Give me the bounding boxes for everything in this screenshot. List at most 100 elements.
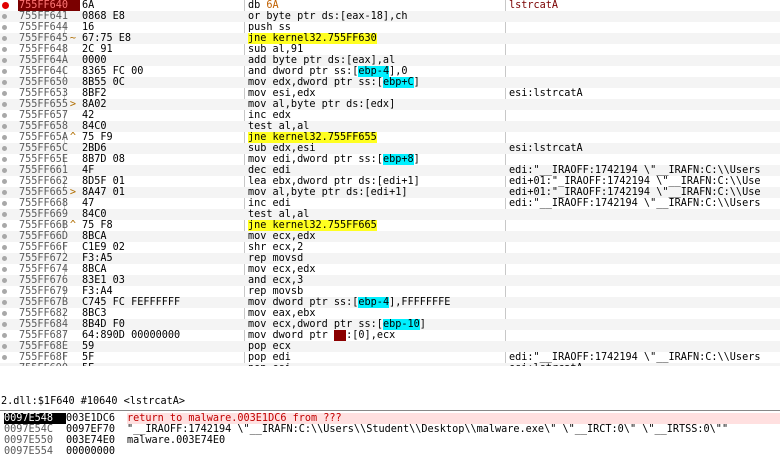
instruction-text[interactable]: or byte ptr ds:[eax-18],ch: [248, 11, 503, 22]
line-marker-icon[interactable]: [2, 143, 10, 154]
instruction-comment[interactable]: edi+01:"_IRAOFF:1742194 \"__IRAFN:C:\\Us…: [509, 176, 780, 187]
line-marker-icon[interactable]: [2, 11, 10, 22]
line-marker-icon[interactable]: [2, 44, 10, 55]
disasm-row[interactable]: 755FF669 84C0 test al,al: [0, 209, 780, 220]
instruction-text[interactable]: pop esi: [248, 363, 503, 366]
instruction-text[interactable]: mov al,byte ptr ds:[edi+1]: [248, 187, 503, 198]
line-marker-icon[interactable]: [2, 363, 10, 366]
instruction-comment[interactable]: [509, 209, 780, 220]
instruction-comment[interactable]: [509, 264, 780, 275]
instruction-text[interactable]: jne kernel32.755FF655: [248, 132, 503, 143]
instruction-text[interactable]: mov dword ptr ss:[ebp-4],FFFFFFFE: [248, 297, 503, 308]
instruction-text[interactable]: mov edi,dword ptr ss:[ebp+8]: [248, 154, 503, 165]
instruction-text[interactable]: mov eax,ebx: [248, 308, 503, 319]
line-marker-icon[interactable]: [2, 88, 10, 99]
instruction-text[interactable]: mov edx,dword ptr ss:[ebp+C]: [248, 77, 503, 88]
pane-divider[interactable]: [0, 410, 780, 411]
instruction-comment[interactable]: [509, 253, 780, 264]
instruction-text[interactable]: pop ecx: [248, 341, 503, 352]
line-marker-icon[interactable]: [2, 22, 10, 33]
line-marker-icon[interactable]: [2, 275, 10, 286]
line-marker-icon[interactable]: [2, 55, 10, 66]
line-marker-icon[interactable]: [2, 154, 10, 165]
instruction-comment[interactable]: [509, 99, 780, 110]
disasm-row[interactable]: 755FF674 8BCA mov ecx,edx: [0, 264, 780, 275]
instruction-comment[interactable]: [509, 22, 780, 33]
line-marker-icon[interactable]: [2, 308, 10, 319]
stack-row[interactable]: 0097E554 00000000: [0, 446, 780, 456]
disasm-row[interactable]: 755FF682 8BC3 mov eax,ebx: [0, 308, 780, 319]
disasm-row[interactable]: 755FF68E 59 pop ecx: [0, 341, 780, 352]
line-marker-icon[interactable]: [2, 319, 10, 330]
line-marker-icon[interactable]: [2, 121, 10, 132]
disasm-row[interactable]: 755FF66F C1E9 02 shr ecx,2: [0, 242, 780, 253]
instruction-comment[interactable]: esi:lstrcatA: [509, 363, 780, 366]
disassembly-pane[interactable]: 755FF640 6A db 6A lstrcatA 755FF641 0868 E8 or…: [0, 0, 780, 366]
instruction-comment[interactable]: edi:"__IRAOFF:1742194 \"__IRAFN:C:\\User…: [509, 198, 780, 209]
stack-address[interactable]: 0097E550: [4, 435, 66, 446]
instruction-comment[interactable]: edi:"__IRAOFF:1742194 \"__IRAFN:C:\\User…: [509, 352, 780, 363]
instruction-text[interactable]: lea ebx,dword ptr ds:[edi+1]: [248, 176, 503, 187]
stack-value[interactable]: 003E1DC6: [66, 413, 126, 424]
instruction-comment[interactable]: [509, 44, 780, 55]
instruction-comment[interactable]: [509, 77, 780, 88]
disasm-row[interactable]: 755FF64C 8365 FC 00 and dword ptr ss:[ebp-…: [0, 66, 780, 77]
disasm-row[interactable]: 755FF641 0868 E8 or byte ptr ds:[eax-18],c…: [0, 11, 780, 22]
instruction-text[interactable]: jne kernel32.755FF665: [248, 220, 503, 231]
instruction-text[interactable]: inc edi: [248, 198, 503, 209]
instruction-text[interactable]: mov esi,edx: [248, 88, 503, 99]
instruction-comment[interactable]: lstrcatA: [509, 0, 780, 11]
instruction-text[interactable]: pop edi: [248, 352, 503, 363]
disasm-row[interactable]: 755FF66D 8BCA mov ecx,edx: [0, 231, 780, 242]
instruction-text[interactable]: sub al,91: [248, 44, 503, 55]
line-marker-icon[interactable]: [2, 209, 10, 220]
instruction-text[interactable]: test al,al: [248, 209, 503, 220]
line-marker-icon[interactable]: [2, 297, 10, 308]
instruction-comment[interactable]: [509, 220, 780, 231]
disasm-row[interactable]: 755FF640 6A db 6A lstrcatA: [0, 0, 780, 11]
disasm-row[interactable]: 755FF676 83E1 03 and ecx,3: [0, 275, 780, 286]
instruction-text[interactable]: test al,al: [248, 121, 503, 132]
instruction-comment[interactable]: [509, 308, 780, 319]
stack-address[interactable]: 0097E548: [4, 413, 66, 424]
stack-value[interactable]: 00000000: [66, 446, 126, 456]
disasm-row[interactable]: 755FF658 84C0 test al,al: [0, 121, 780, 132]
disasm-row[interactable]: 755FF661 4F dec edi edi:"__IRAOFF:1742194 \…: [0, 165, 780, 176]
instruction-comment[interactable]: [509, 319, 780, 330]
disasm-row[interactable]: 755FF672 F3:A5 rep movsd: [0, 253, 780, 264]
line-marker-icon[interactable]: [2, 231, 10, 242]
instruction-comment[interactable]: [509, 55, 780, 66]
instruction-text[interactable]: and dword ptr ss:[ebp-4],0: [248, 66, 503, 77]
line-marker-icon[interactable]: [2, 110, 10, 121]
line-marker-icon[interactable]: [2, 253, 10, 264]
instruction-text[interactable]: push ss: [248, 22, 503, 33]
line-marker-icon[interactable]: [2, 220, 10, 231]
instruction-comment[interactable]: [509, 66, 780, 77]
disasm-row[interactable]: 755FF653 8BF2 mov esi,edx esi:lstrcatA: [0, 88, 780, 99]
line-marker-icon[interactable]: [2, 33, 10, 44]
line-marker-icon[interactable]: [2, 187, 10, 198]
line-marker-icon[interactable]: [2, 176, 10, 187]
disasm-row[interactable]: 755FF657 42 inc edx: [0, 110, 780, 121]
stack-pane[interactable]: 0097E548 003E1DC6 return to malware.003E1D…: [0, 413, 780, 456]
instruction-text[interactable]: mov ecx,edx: [248, 231, 503, 242]
disasm-row[interactable]: 755FF684 8B4D F0 mov ecx,dword ptr ss:[ebp…: [0, 319, 780, 330]
instruction-comment[interactable]: edi+01:"_IRAOFF:1742194 \"__IRAFN:C:\\Us…: [509, 187, 780, 198]
instruction-comment[interactable]: [509, 11, 780, 22]
line-marker-icon[interactable]: [2, 132, 10, 143]
disasm-row[interactable]: 755FF679 F3:A4 rep movsb: [0, 286, 780, 297]
disasm-row[interactable]: 755FF645 ~67:75 E8 jne kernel32.755FF630: [0, 33, 780, 44]
instruction-comment[interactable]: [509, 154, 780, 165]
line-marker-icon[interactable]: [2, 198, 10, 209]
disasm-row[interactable]: 755FF64A 0000 add byte ptr ds:[eax],al: [0, 55, 780, 66]
breakpoint-icon[interactable]: [2, 0, 10, 11]
line-marker-icon[interactable]: [2, 352, 10, 363]
disasm-row[interactable]: 755FF650 8B55 0C mov edx,dword ptr ss:[ebp…: [0, 77, 780, 88]
instruction-comment[interactable]: [509, 33, 780, 44]
instruction-text[interactable]: mov ecx,edx: [248, 264, 503, 275]
instruction-comment[interactable]: [509, 341, 780, 352]
instruction-text[interactable]: rep movsd: [248, 253, 503, 264]
disasm-row[interactable]: 755FF668 47 inc edi edi:"__IRAOFF:1742194 \…: [0, 198, 780, 209]
instruction-comment[interactable]: [509, 297, 780, 308]
disasm-row[interactable]: 755FF687 64:890D 00000000 mov dword ptr fs…: [0, 330, 780, 341]
